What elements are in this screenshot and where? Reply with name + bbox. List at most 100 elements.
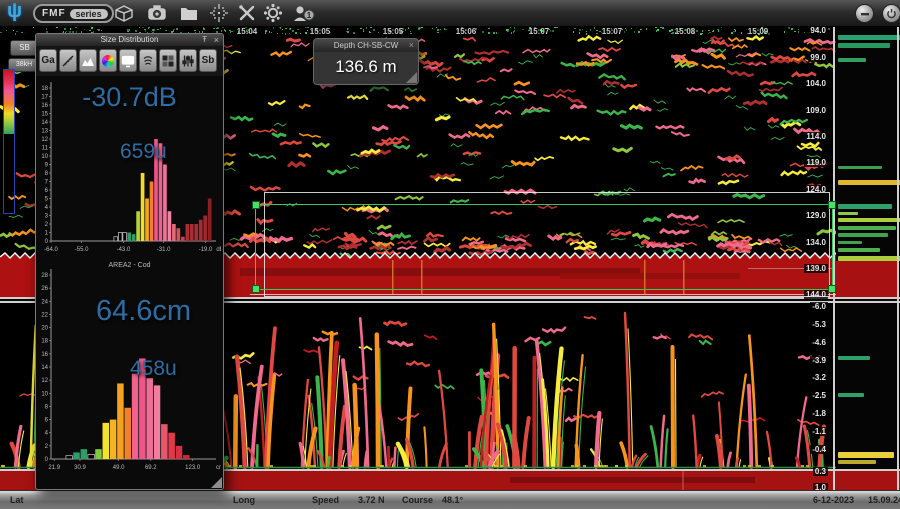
depth-label-bottom-lock: -6.0: [810, 302, 828, 311]
tools-icon[interactable]: [235, 2, 259, 24]
layout-select-icon[interactable]: [207, 2, 231, 24]
hist-bar: [145, 199, 149, 242]
hist-bar: [114, 237, 118, 241]
user-account-icon[interactable]: 1: [290, 2, 314, 24]
hist-bar: [141, 173, 145, 241]
hist-bar: [95, 449, 102, 459]
depth-panel-title: Depth CH-SB-CW: [334, 41, 398, 50]
svg-text:6: 6: [45, 418, 49, 424]
size-panel-titlebar[interactable]: Size Distribution Ŧ ×: [36, 34, 223, 46]
hist-bar: [127, 233, 131, 242]
pin-icon[interactable]: Ŧ: [202, 34, 207, 46]
sonar-beam-icon[interactable]: [139, 49, 157, 72]
depth-label-bottom-lock: -2.5: [810, 391, 828, 400]
svg-text:14: 14: [41, 365, 48, 371]
depth-label-bottom-lock: -5.3: [810, 320, 828, 329]
right-edge-frame-line: [897, 26, 899, 490]
depth-label-upper: 119.0: [804, 158, 828, 167]
depth-panel-titlebar[interactable]: Depth CH-SB-CW ×: [314, 39, 418, 52]
svg-text:14: 14: [41, 120, 48, 126]
snapshot-camera-icon[interactable]: [145, 2, 169, 24]
depth-label-bottom-lock: -3.2: [810, 373, 828, 382]
depth-scale-frame-line: [833, 26, 835, 490]
svg-text:-43.0: -43.0: [117, 247, 131, 253]
selection-rect-area2[interactable]: [255, 204, 833, 290]
svg-text:24: 24: [41, 299, 48, 305]
selection-handle[interactable]: [252, 285, 260, 293]
svg-text:9: 9: [45, 163, 49, 169]
svg-text:2: 2: [45, 222, 49, 228]
status-bar: Lat Long Speed 3.72 N Course 48.1° 6-12-…: [0, 490, 900, 509]
fish-size-bar: [838, 356, 870, 360]
svg-text:4: 4: [45, 205, 49, 211]
depth-label-upper: 114.0: [804, 132, 828, 141]
hist-bar: [154, 139, 158, 241]
folder-icon[interactable]: [177, 2, 201, 24]
power-button[interactable]: [882, 4, 900, 23]
svg-text:20: 20: [41, 326, 48, 332]
hist-bar: [132, 234, 136, 241]
long-label: Long: [233, 495, 255, 505]
hist-bar: [123, 233, 127, 242]
speed-label: Speed: [312, 495, 339, 505]
ts-histogram: 0123456789101112131415161718-64.0-55.0-4…: [36, 76, 223, 261]
lat-label: Lat: [10, 495, 24, 505]
fish-size-bar: [838, 241, 862, 244]
svg-text:69.2: 69.2: [145, 465, 157, 471]
selection-handle[interactable]: [828, 201, 836, 209]
svg-text:1: 1: [45, 231, 49, 237]
length-histogram-title: AREA2 - Cod: [36, 262, 223, 269]
close-icon[interactable]: ×: [409, 39, 414, 52]
fish-size-bar: [838, 226, 896, 230]
depth-label-bottom-lock: -4.6: [810, 338, 828, 347]
trident-logo-icon[interactable]: ψ: [7, 0, 22, 23]
fish-size-bar: [838, 248, 880, 252]
color-palette-icon[interactable]: [99, 49, 117, 72]
depth-label-bottom-lock: -0.4: [810, 445, 828, 454]
svg-text:-64.0: -64.0: [44, 247, 58, 253]
hist-bar: [150, 182, 154, 242]
ruler-icon[interactable]: [59, 49, 77, 72]
depth-label-upper: 104.0: [804, 79, 828, 88]
minimize-button[interactable]: [855, 4, 874, 23]
area-graph-icon[interactable]: [79, 49, 97, 72]
blocks-icon[interactable]: [159, 49, 177, 72]
ga-button[interactable]: Ga: [39, 49, 57, 72]
sliders-icon[interactable]: [179, 49, 197, 72]
fish-size-bar: [838, 35, 900, 40]
sb-button[interactable]: Sb: [199, 49, 217, 72]
seabed-smear: [510, 477, 755, 483]
resize-grip[interactable]: [406, 72, 417, 83]
svg-text:6: 6: [45, 188, 49, 194]
hist-bar: [208, 199, 212, 242]
depth-value: 136.6 m: [314, 52, 418, 81]
hist-bar: [177, 228, 181, 241]
hist-bar: [117, 383, 124, 459]
time-value: 15.09.24: [868, 495, 900, 505]
selection-handle[interactable]: [252, 201, 260, 209]
seabed-marker-line: [682, 471, 684, 490]
svg-text:49.0: 49.0: [113, 465, 125, 471]
time-label: 15:07: [595, 27, 629, 36]
hist-bar: [136, 211, 140, 241]
svg-text:18: 18: [41, 86, 48, 92]
resize-grip[interactable]: [211, 477, 222, 488]
time-label: 15:09: [741, 27, 775, 36]
close-icon[interactable]: ×: [214, 34, 219, 46]
display-icon[interactable]: [119, 49, 137, 72]
hist-bar: [66, 456, 73, 459]
settings-gear-icon[interactable]: [261, 2, 285, 24]
depth-label-upper: 99.0: [808, 53, 828, 62]
hist-bar: [124, 408, 131, 459]
svg-text:28: 28: [41, 273, 48, 279]
hist-bar: [199, 220, 203, 241]
hist-bar: [154, 385, 161, 459]
svg-text:11: 11: [42, 146, 49, 152]
depth-label-bottom-lock: -3.9: [810, 356, 828, 365]
hist-bar: [203, 216, 207, 242]
fish-size-bar: [838, 180, 900, 185]
sounder-box-icon[interactable]: [112, 2, 136, 24]
svg-text:8: 8: [45, 404, 49, 410]
fish-size-bar: [838, 58, 866, 62]
selection-handle[interactable]: [828, 285, 836, 293]
